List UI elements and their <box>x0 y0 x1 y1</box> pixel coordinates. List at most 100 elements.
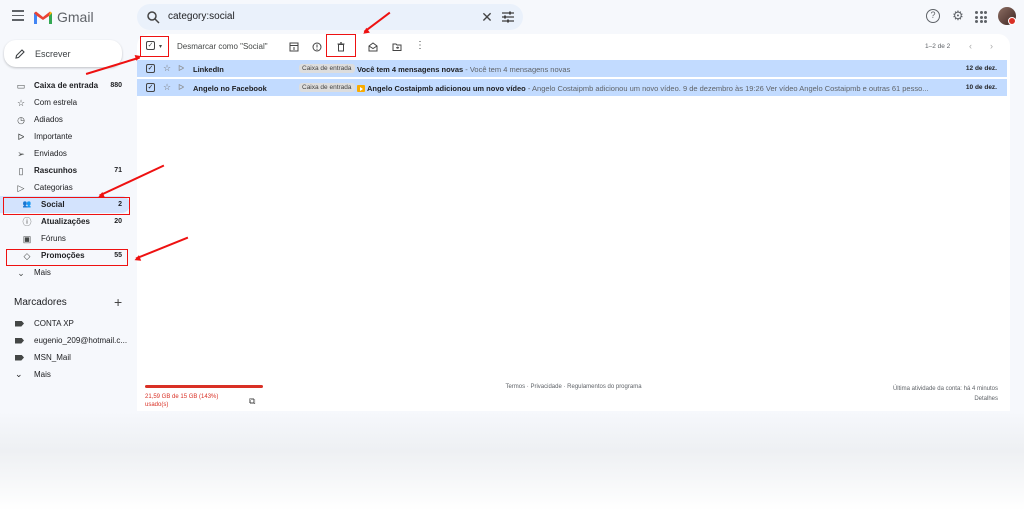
email-row[interactable]: ✓ ☆ ᐅ LinkedIn Caixa de entrada Você tem 4 me… <box>137 60 1007 78</box>
open-storage-icon[interactable]: ⧉ <box>249 396 255 407</box>
sidebar-item-8[interactable]: ⓘ Atualizações 20 <box>0 213 130 230</box>
sidebar-item-label: Importante <box>34 132 73 141</box>
email-date: 10 de dez. <box>965 84 997 91</box>
annotation-box-promotions <box>6 249 128 266</box>
sidebar-item-5[interactable]: ▯ Rascunhos 71 <box>0 162 130 179</box>
app-name: Gmail <box>57 9 94 25</box>
sidebar-item-count: 71 <box>114 167 122 174</box>
email-preview: Você tem 4 mensagens novas - Você tem 4 … <box>357 65 947 74</box>
search-bar[interactable]: category:social ✕ <box>137 4 523 30</box>
help-icon[interactable]: ? <box>926 9 940 23</box>
label-icon: ▷ <box>17 182 25 193</box>
label-tag-icon <box>15 337 24 344</box>
inbox-badge[interactable]: Caixa de entrada <box>299 64 355 73</box>
add-label-icon[interactable]: + <box>114 294 122 310</box>
label-item[interactable]: MSN_Mail <box>0 349 130 366</box>
details-link[interactable]: Detalhes <box>893 394 998 404</box>
forum-icon: ▣ <box>22 233 32 244</box>
sidebar-item-1[interactable]: ☆ Com estrela <box>0 94 130 111</box>
sidebar-item-label: Categorias <box>34 183 73 192</box>
message-list-panel: ✓ ▾ Desmarcar como "Social" ⋮ 1–2 de 2 ‹… <box>137 34 1010 411</box>
star-icon[interactable]: ☆ <box>163 63 171 74</box>
prev-page-icon[interactable]: ‹ <box>969 41 972 51</box>
label-item[interactable]: eugenio_209@hotmail.c... <box>0 332 130 349</box>
account-activity: Última atividade da conta: há 4 minutos … <box>893 384 998 404</box>
info-icon: ⓘ <box>22 216 32 227</box>
compose-button[interactable]: Escrever <box>4 40 122 67</box>
more-options-icon[interactable]: ⋮ <box>415 41 425 52</box>
email-sender: LinkedIn <box>193 65 224 74</box>
chevron-down-icon: ⌄ <box>15 369 23 379</box>
move-to-folder-icon[interactable] <box>392 42 402 52</box>
sidebar-item-count: 20 <box>114 218 122 225</box>
google-apps-icon[interactable] <box>975 11 987 23</box>
sidebar-item-label: Fóruns <box>41 234 66 243</box>
important-marker-icon[interactable]: ᐅ <box>178 64 184 73</box>
star-icon[interactable]: ☆ <box>163 82 171 93</box>
inbox-badge[interactable]: Caixa de entrada <box>299 83 355 92</box>
settings-gear-icon[interactable]: ⚙ <box>951 9 965 23</box>
sidebar-item-label: Adiados <box>34 115 63 124</box>
top-bar: Gmail category:social ✕ ? ⚙ <box>0 0 1024 34</box>
deselect-category-button[interactable]: Desmarcar como "Social" <box>177 42 268 52</box>
labels-more-item[interactable]: ⌄ Mais <box>0 366 130 383</box>
sidebar-item-label: Com estrela <box>34 98 78 107</box>
report-spam-icon[interactable] <box>312 42 322 52</box>
sidebar-item-0[interactable]: ▭ Caixa de entrada 880 <box>0 77 130 94</box>
chevron-down-icon: ⌄ <box>17 267 25 278</box>
label-tag-icon <box>15 320 24 327</box>
sidebar-item-3[interactable]: ᐅ Importante <box>0 128 130 145</box>
sidebar-item-11[interactable]: ⌄ Mais <box>0 264 130 281</box>
labels-heading: Marcadores <box>14 297 67 308</box>
row-checkbox[interactable]: ✓ <box>146 64 155 73</box>
sidebar-item-4[interactable]: ➢ Enviados <box>0 145 130 162</box>
main-menu-icon[interactable] <box>12 10 24 22</box>
important-marker-icon[interactable]: ᐅ <box>178 83 184 92</box>
draft-icon: ▯ <box>18 165 24 176</box>
pagination-info: 1–2 de 2 <box>925 43 951 50</box>
email-subject: Angelo Costaipmb adicionou um novo vídeo <box>367 84 526 93</box>
email-snippet: - Angelo Costaipmb adicionou um novo víd… <box>525 84 929 93</box>
sidebar-item-label: Rascunhos <box>34 166 78 175</box>
row-checkbox[interactable]: ✓ <box>146 83 155 92</box>
annotation-box-select <box>140 36 169 57</box>
important-icon: ᐅ <box>17 131 25 142</box>
email-preview: Angelo Costaipmb adicionou um novo vídeo… <box>357 84 947 93</box>
sidebar-item-label: Atualizações <box>41 217 90 226</box>
gmail-logo[interactable]: Gmail <box>33 9 94 25</box>
search-input[interactable]: category:social <box>168 11 235 22</box>
mark-read-icon[interactable] <box>368 42 378 52</box>
inbox-icon: ▭ <box>16 80 26 91</box>
clock-icon: ◷ <box>17 114 25 125</box>
email-row[interactable]: ✓ ☆ ᐅ Angelo no Facebook Caixa de entrada Ang… <box>137 79 1007 97</box>
sidebar-item-2[interactable]: ◷ Adiados <box>0 111 130 128</box>
archive-icon[interactable] <box>289 42 299 52</box>
email-subject: Você tem 4 mensagens novas <box>357 65 464 74</box>
sidebar-item-label: Caixa de entrada <box>34 81 99 90</box>
next-page-icon[interactable]: › <box>990 41 993 51</box>
sidebar-item-label: Enviados <box>34 149 67 158</box>
annotation-box-social <box>3 197 130 215</box>
search-options-icon[interactable] <box>501 10 515 24</box>
sidebar-item-9[interactable]: ▣ Fóruns <box>0 230 130 247</box>
search-icon[interactable] <box>146 10 160 24</box>
labels-more-label: Mais <box>34 370 51 379</box>
pencil-icon <box>15 48 25 59</box>
account-alert-badge <box>1008 17 1016 25</box>
label-item-text: MSN_Mail <box>34 353 71 362</box>
compose-label: Escrever <box>35 48 71 59</box>
label-tag-icon <box>15 354 24 361</box>
email-date: 12 de dez. <box>965 65 997 72</box>
footer-links[interactable]: Termos · Privacidade · Regulamentos do p… <box>137 384 1010 390</box>
annotation-box-delete <box>326 34 356 57</box>
background-decoration <box>0 411 1024 511</box>
sidebar-item-6[interactable]: ▷ Categorias <box>0 179 130 196</box>
video-icon <box>357 85 365 92</box>
gmail-m-icon <box>34 11 52 24</box>
clear-search-icon[interactable]: ✕ <box>480 10 494 24</box>
last-activity-text: Última atividade da conta: há 4 minutos <box>892 386 998 392</box>
sidebar-item-label: Mais <box>34 268 51 277</box>
sidebar-item-count: 880 <box>110 82 122 89</box>
toolbar: ✓ ▾ Desmarcar como "Social" ⋮ 1–2 de 2 ‹… <box>137 34 1010 60</box>
label-item[interactable]: CONTA XP <box>0 315 130 332</box>
